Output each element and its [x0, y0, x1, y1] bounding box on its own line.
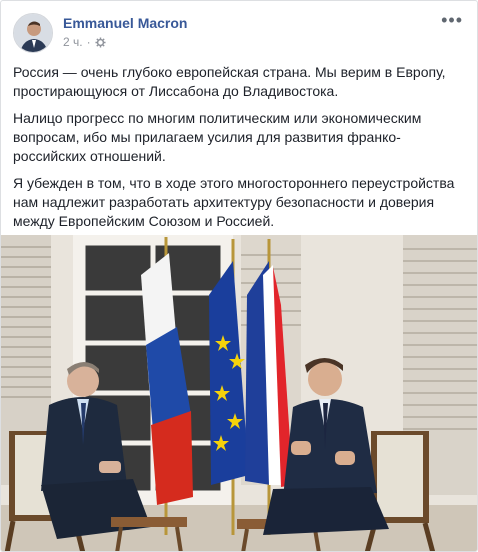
post-paragraph-1: Россия — очень глубоко европейская стран… — [13, 64, 446, 99]
post-photo[interactable] — [1, 235, 477, 551]
author-avatar[interactable] — [13, 13, 53, 53]
post-header: Emmanuel Macron 2 ч. · ••• — [13, 11, 467, 55]
author-name[interactable]: Emmanuel Macron — [63, 15, 187, 31]
avatar-portrait-icon — [14, 14, 52, 52]
post-time[interactable]: 2 ч. — [63, 35, 83, 49]
meeting-photo-image — [1, 235, 477, 551]
post-meta: 2 ч. · — [63, 35, 106, 49]
post-body: Россия — очень глубоко европейская стран… — [13, 63, 467, 239]
meta-separator: · — [86, 35, 91, 49]
facebook-post: Emmanuel Macron 2 ч. · ••• Россия — очен… — [0, 0, 478, 552]
more-options-icon[interactable]: ••• — [441, 11, 463, 29]
post-paragraph-3: Я убежден в том, что в ходе этого многос… — [13, 175, 455, 229]
post-paragraph-2: Налицо прогресс по многим политическим и… — [13, 110, 422, 164]
gear-icon[interactable] — [95, 36, 106, 48]
